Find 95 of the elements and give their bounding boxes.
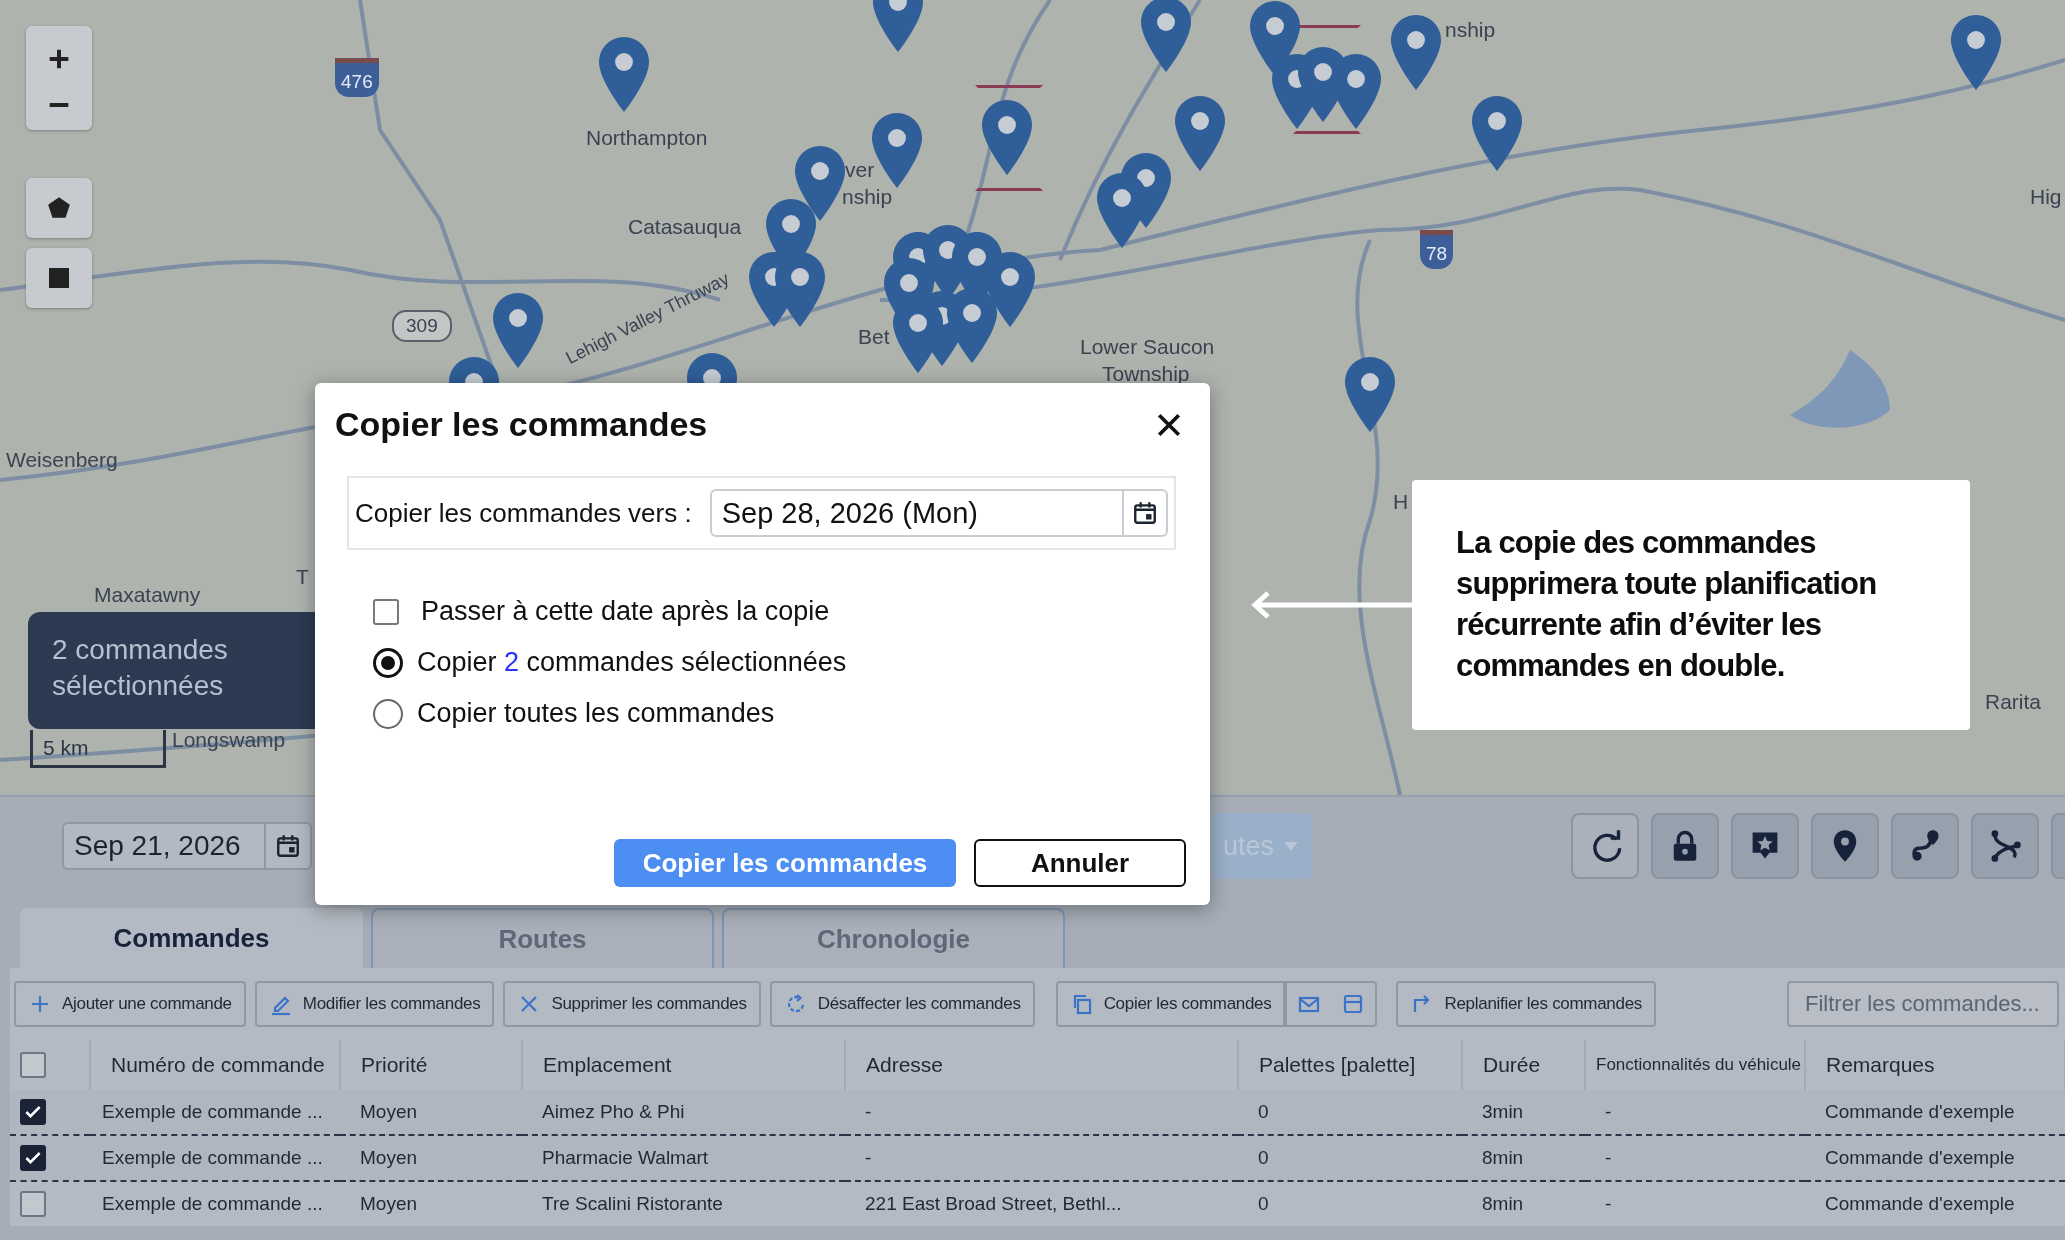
table-cell: 3min [1462,1090,1585,1135]
table-cell: Exemple de commande ... [90,1090,340,1135]
map-place-label: Township [1102,362,1190,386]
map-pin-icon [1141,0,1191,72]
map-scale: 5 km [30,730,166,768]
close-icon [1156,411,1182,438]
checkbox[interactable] [20,1191,46,1217]
refresh-button[interactable] [1571,813,1639,879]
table-cell: - [1585,1181,1805,1226]
map-pin-icon [1345,357,1395,432]
reschedule-button[interactable]: Replanifier les commandes [1396,981,1657,1027]
map-pin-icon [493,293,543,368]
route-button[interactable] [1891,813,1959,879]
map-pin-icon [795,146,845,221]
caret-icon [1284,841,1298,851]
field-label: Copier les commandes vers : [355,497,692,529]
checkbox[interactable] [20,1099,46,1125]
table-cell: 0 [1238,1135,1462,1181]
delete-button[interactable]: Supprimer les commandes [503,981,761,1027]
tab[interactable]: Commandes [20,908,363,968]
option-label: Copier 2 commandes sélectionnées [417,647,847,678]
radio-button[interactable] [373,698,403,729]
branch-button[interactable] [1971,813,2039,879]
map-pin-icon [1097,173,1147,248]
map-place-label: Longswamp [172,728,286,752]
unassign-button[interactable]: Désaffecter les commandes [769,981,1035,1027]
checkbox[interactable] [20,1052,46,1078]
map-pin-icon [1298,47,1348,122]
map-place-label: ver [845,158,875,182]
map-pin-icon [872,113,922,188]
edit-button[interactable]: Modifier les commandes [254,981,495,1027]
map-place-label: H [1393,490,1409,514]
table-cell: - [1585,1090,1805,1135]
option-label: Copier toutes les commandes [417,698,775,729]
map-pin-icon [1472,96,1522,171]
table-cell: 8min [1462,1181,1585,1226]
polygon-icon[interactable] [46,195,72,221]
map-place-label: Catasauqua [628,215,742,239]
map-place-label: Lower Saucon [1080,335,1215,359]
table-cell: Moyen [340,1135,522,1181]
highway-shield: 476 [335,58,379,97]
table-cell: Exemple de commande ... [90,1181,340,1226]
map-pin-icon [1175,96,1225,171]
square-icon[interactable] [47,266,71,290]
copy-button[interactable]: Copier les commandes [1055,981,1286,1027]
checkbox[interactable] [20,1145,46,1171]
map-place-label: Maxatawny [94,583,201,607]
map-place-label: Bet [858,325,890,349]
table-cell: Commande d'exemple [1805,1090,2065,1135]
map-pin-icon [775,252,825,327]
checkbox[interactable] [373,598,399,625]
add-button[interactable]: Ajouter une commande [14,981,246,1027]
table-cell: Aimez Pho & Phi [522,1090,845,1135]
table-cell: - [1585,1135,1805,1181]
map-pin-icon [985,252,1035,327]
lock-button[interactable] [1651,813,1719,879]
table-cell: Moyen [340,1181,522,1226]
map-place-label: Hig [2030,185,2062,209]
highway-shield: 78 [1420,230,1454,269]
map-place-label: Northampton [586,126,708,150]
pin-button[interactable] [1811,813,1879,879]
table-cell: Moyen [340,1090,522,1135]
map-pin-icon [947,288,997,363]
map-place-label: nship [842,185,893,209]
star-marker-button[interactable] [1731,813,1799,879]
filter-field[interactable]: Filtrer les commandes... [1787,981,2059,1027]
table-cell: - [845,1090,1238,1135]
map-pin-icon [982,100,1032,175]
table-cell: 0 [1238,1181,1462,1226]
highway-shield: 309 [392,310,452,342]
map-place-label: Weisenberg [6,448,118,472]
table-cell: Exemple de commande ... [90,1135,340,1181]
map-place-label: T [296,565,309,589]
option-label: Passer à cette date après la copie [421,596,830,627]
calendar-icon [1132,500,1158,526]
table-cell: Commande d'exemple [1805,1135,2065,1181]
map-place-label: nship [1445,18,1496,42]
table-cell: Commande d'exemple [1805,1181,2065,1226]
radio-button[interactable] [373,647,403,678]
map-pin-icon [1951,15,2001,90]
callout-text: La copie des commandes supprimera toute planification récurrente afin d’éviter les commandes en double. [1456,524,1878,685]
table-cell: 0 [1238,1090,1462,1135]
cancel-button[interactable]: Annuler [974,839,1186,887]
table-cell: 8min [1462,1135,1585,1181]
calendar-icon [275,833,301,859]
map-pin-icon [1391,15,1441,90]
table-cell: - [845,1135,1238,1181]
table-cell: 221 East Broad Street, Bethl... [845,1181,1238,1226]
map-place-label: Rarita [1985,690,2042,714]
dialog-title: Copier les commandes [335,405,708,444]
table-cell: Tre Scalini Ristorante [522,1181,845,1226]
map-pin-icon [599,37,649,112]
date-field[interactable]: Sep 28, 2026 (Mon) [709,489,1168,537]
date-field[interactable]: Sep 21, 2026 [62,822,312,870]
table-cell: Pharmacie Walmart [522,1135,845,1181]
